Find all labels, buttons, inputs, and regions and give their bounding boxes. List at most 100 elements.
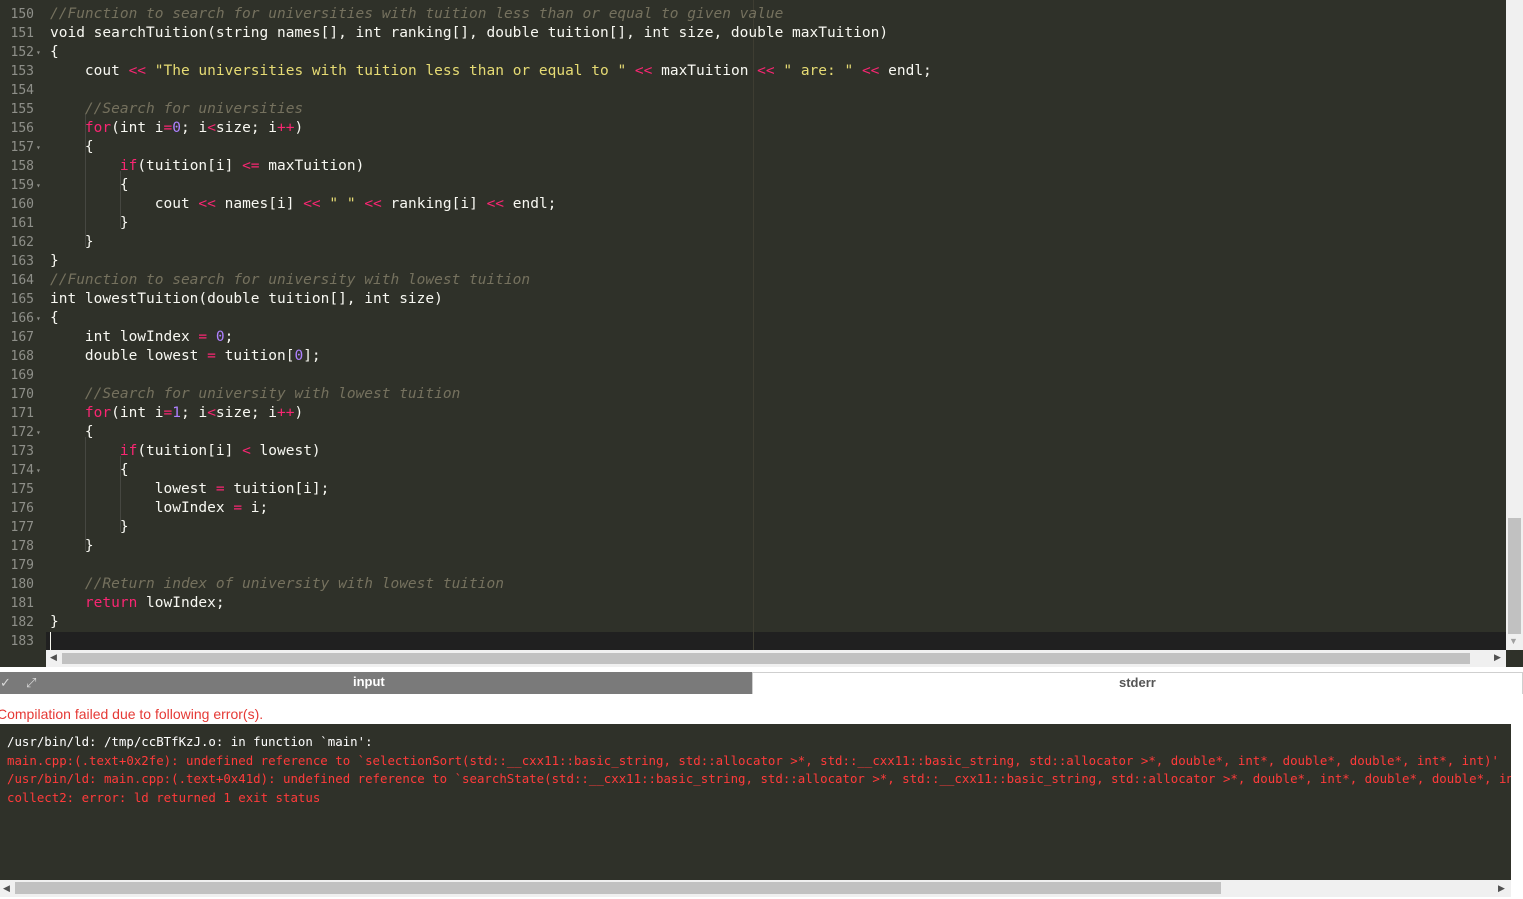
code-line[interactable]: cout << "The universities with tuition l… (50, 62, 932, 81)
editor-vertical-scroll-thumb[interactable] (1508, 518, 1521, 634)
scroll-left-icon[interactable]: ◀ (50, 652, 57, 663)
scroll-right-icon[interactable]: ▶ (1498, 883, 1505, 894)
code-token: ; i (180, 120, 208, 136)
line-number-text: 159 (10, 178, 34, 193)
code-token: } (50, 253, 59, 269)
line-number: 151 (0, 24, 46, 43)
line-number-text: 153 (10, 64, 34, 79)
tab-stderr-label: stderr (1119, 675, 1156, 690)
compiler-output-panel[interactable]: /usr/bin/ld: /tmp/ccBTfKzJ.o: in functio… (0, 724, 1511, 880)
line-number-text: 150 (10, 7, 34, 22)
fold-arrow-icon[interactable]: ▾ (36, 309, 41, 328)
code-line[interactable]: if(tuition[i] <= maxTuition) (50, 157, 364, 176)
code-token: = (233, 500, 243, 516)
line-number: 167 (0, 328, 46, 347)
code-token: " " (329, 196, 356, 212)
code-line[interactable]: //Function to search for university with… (50, 271, 530, 290)
scroll-down-icon[interactable]: ▼ (1509, 636, 1518, 646)
output-horizontal-scrollbar[interactable]: ◀ ▶ (0, 880, 1511, 897)
line-number-text: 176 (10, 501, 34, 516)
code-token: (tuition[i] (137, 443, 243, 459)
compile-status-message: Compilation failed due to following erro… (0, 706, 264, 722)
tab-stderr[interactable]: stderr (752, 672, 1523, 694)
line-number: 163 (0, 252, 46, 271)
line-number: 150 (0, 5, 46, 24)
code-line[interactable]: { (50, 43, 59, 62)
editor-vertical-scrollbar[interactable]: ▼ (1506, 0, 1523, 650)
code-line[interactable]: lowest = tuition[i]; (50, 480, 330, 499)
code-line[interactable]: //Return index of university with lowest… (50, 575, 504, 594)
code-line[interactable]: { (50, 176, 129, 195)
code-token: maxTuition (652, 63, 758, 79)
output-horizontal-scroll-thumb[interactable] (15, 882, 1221, 894)
scroll-right-icon[interactable]: ▶ (1494, 652, 1501, 663)
editor-horizontal-scroll-thumb[interactable] (62, 653, 1470, 664)
code-token: (int i (111, 120, 164, 136)
code-line[interactable]: { (50, 138, 94, 157)
code-line[interactable]: int lowestTuition(double tuition[], int … (50, 290, 443, 309)
code-line[interactable]: //Search for university with lowest tuit… (50, 385, 460, 404)
line-number-text: 180 (10, 577, 34, 592)
code-line[interactable]: } (50, 233, 94, 252)
fold-arrow-icon[interactable]: ▾ (36, 461, 41, 480)
fold-arrow-icon[interactable]: ▾ (36, 43, 41, 62)
code-line[interactable]: { (50, 309, 59, 328)
code-token: } (50, 234, 94, 250)
expand-icon[interactable]: ⤢ (26, 675, 36, 691)
code-token: < (207, 405, 216, 421)
code-line[interactable]: cout << names[i] << " " << ranking[i] <<… (50, 195, 557, 214)
code-token: 1 (172, 405, 181, 421)
code-line[interactable]: void searchTuition(string names[], int r… (50, 24, 888, 43)
line-number: 177 (0, 518, 46, 537)
code-token: 0 (215, 329, 225, 345)
code-line[interactable]: } (50, 613, 59, 632)
code-editor[interactable]: 150 151 152 ▾ 153 154 155 156 157 ▾ 158 159 ▾ 160 161 1… (0, 0, 1523, 667)
code-token: ; i (180, 405, 208, 421)
code-line[interactable]: //Function to search for universities wi… (50, 5, 783, 24)
code-line[interactable]: } (50, 537, 94, 556)
line-number: 161 (0, 214, 46, 233)
tab-input[interactable]: ✓ ⤢ input (0, 672, 752, 694)
fold-arrow-icon[interactable]: ▾ (36, 423, 41, 442)
line-number: 159 ▾ (0, 176, 46, 195)
code-token: ; (224, 329, 234, 345)
code-line[interactable]: return lowIndex; (50, 594, 225, 613)
line-number: 171 (0, 404, 46, 423)
code-token: lowIndex (50, 500, 234, 516)
code-line[interactable]: for(int i=1; i<size; i++) (50, 404, 303, 423)
active-line-highlight (46, 632, 1506, 651)
line-number: 179 (0, 556, 46, 575)
code-line[interactable]: } (50, 252, 59, 271)
code-line[interactable]: for(int i=0; i<size; i++) (50, 119, 303, 138)
code-line[interactable]: { (50, 423, 94, 442)
line-number: 183 (0, 632, 46, 651)
fold-arrow-icon[interactable]: ▾ (36, 138, 41, 157)
code-line[interactable]: double lowest = tuition[0]; (50, 347, 321, 366)
output-line: /usr/bin/ld: main.cpp:(.text+0x41d): und… (7, 771, 1511, 786)
code-area[interactable]: //Function to search for universities wi… (46, 0, 1506, 651)
fold-arrow-icon[interactable]: ▾ (36, 176, 41, 195)
scroll-left-icon[interactable]: ◀ (3, 883, 10, 894)
line-number-text: 165 (10, 292, 34, 307)
code-line[interactable]: } (50, 518, 129, 537)
code-token: << (198, 196, 216, 212)
code-token: = (163, 120, 173, 136)
code-token: } (50, 538, 94, 554)
code-line[interactable]: //Search for universities (50, 100, 303, 119)
line-number: 178 (0, 537, 46, 556)
code-line[interactable]: int lowIndex = 0; (50, 328, 233, 347)
line-number: 170 (0, 385, 46, 404)
code-line[interactable]: if(tuition[i] < lowest) (50, 442, 321, 461)
code-line[interactable]: lowIndex = i; (50, 499, 269, 518)
code-line[interactable]: { (50, 461, 129, 480)
code-token: ++ (277, 405, 295, 421)
editor-horizontal-scrollbar[interactable]: ◀ ▶ (46, 650, 1506, 667)
code-line[interactable]: } (50, 214, 129, 233)
chevron-down-icon[interactable]: ✓ (0, 675, 11, 691)
line-number-text: 181 (10, 596, 34, 611)
code-token: //Search for university with lowest tuit… (84, 386, 461, 402)
line-number-text: 154 (10, 83, 34, 98)
